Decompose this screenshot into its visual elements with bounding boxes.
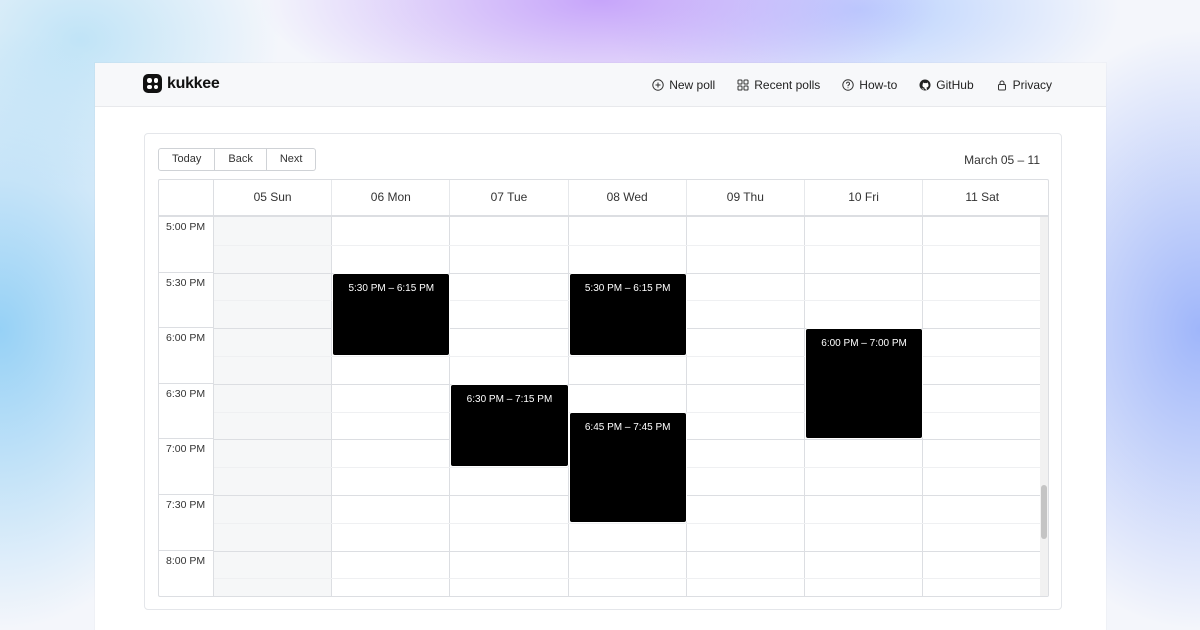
time-grid-body[interactable]: 5:00 PM 5:30 PM 6:00 PM 6:30 PM 7:00 PM 7:30 … bbox=[159, 217, 1042, 596]
grid-icon bbox=[737, 79, 749, 91]
time-label: 5:00 PM bbox=[159, 217, 214, 273]
back-button[interactable]: Back bbox=[215, 148, 267, 171]
nav-how-to[interactable]: How-to bbox=[842, 78, 897, 92]
day-header[interactable]: 11 Sat bbox=[923, 180, 1041, 215]
logo-icon bbox=[143, 74, 162, 93]
nav-github-label: GitHub bbox=[936, 78, 974, 92]
half-gridline bbox=[214, 522, 1042, 524]
lock-icon bbox=[997, 80, 1006, 91]
time-gutter-header bbox=[159, 180, 214, 215]
day-column[interactable] bbox=[214, 217, 333, 596]
time-slot-event[interactable]: 6:45 PM – 7:45 PM bbox=[568, 411, 687, 523]
nav-privacy[interactable]: Privacy bbox=[996, 78, 1052, 92]
day-header[interactable]: 06 Mon bbox=[332, 180, 451, 215]
calendar: Today Back Next March 05 – 11 05 Sun 06 … bbox=[144, 133, 1062, 610]
brand-logo[interactable]: kukkee bbox=[143, 74, 220, 93]
github-icon bbox=[919, 79, 931, 91]
scrollbar-thumb[interactable] bbox=[1041, 485, 1047, 539]
next-button[interactable]: Next bbox=[266, 148, 317, 171]
time-label: 7:30 PM bbox=[159, 495, 214, 551]
time-label: 7:00 PM bbox=[159, 439, 214, 495]
nav-github[interactable]: GitHub bbox=[919, 78, 974, 92]
time-slot-event[interactable]: 5:30 PM – 6:15 PM bbox=[568, 272, 687, 356]
brand-name: kukkee bbox=[167, 74, 220, 92]
nav-links: New poll Recent polls How-to GitHub Priv… bbox=[652, 63, 1052, 107]
calendar-toolbar: Today Back Next bbox=[158, 148, 317, 171]
day-column[interactable] bbox=[687, 217, 805, 596]
day-column[interactable] bbox=[923, 217, 1042, 596]
nav-recent-polls-label: Recent polls bbox=[754, 78, 821, 92]
today-button[interactable]: Today bbox=[158, 148, 216, 171]
half-gridline bbox=[214, 244, 1042, 246]
nav-recent-polls[interactable]: Recent polls bbox=[737, 78, 820, 92]
hour-gridline bbox=[214, 550, 1042, 552]
time-slot-event[interactable]: 6:30 PM – 7:15 PM bbox=[450, 383, 569, 468]
day-header[interactable]: 07 Tue bbox=[450, 180, 569, 215]
nav-new-poll[interactable]: New poll bbox=[652, 78, 715, 92]
question-circle-icon bbox=[842, 79, 854, 91]
time-label: 5:30 PM bbox=[159, 273, 214, 329]
nav-new-poll-label: New poll bbox=[669, 78, 716, 92]
date-range-label: March 05 – 11 bbox=[964, 153, 1040, 167]
time-slot-event[interactable]: 5:30 PM – 6:15 PM bbox=[332, 272, 451, 356]
day-header[interactable]: 08 Wed bbox=[569, 180, 687, 215]
nav-how-to-label: How-to bbox=[859, 78, 898, 92]
app-card: kukkee New poll Recent polls How-to GitH… bbox=[95, 63, 1106, 630]
time-gutter: 5:00 PM 5:30 PM 6:00 PM 6:30 PM 7:00 PM 7:30 … bbox=[159, 217, 214, 596]
day-header[interactable]: 10 Fri bbox=[805, 180, 924, 215]
time-label: 6:30 PM bbox=[159, 384, 214, 440]
nav-privacy-label: Privacy bbox=[1012, 78, 1052, 92]
time-slot-event[interactable]: 6:00 PM – 7:00 PM bbox=[805, 328, 924, 440]
plus-circle-icon bbox=[652, 79, 664, 91]
time-label: 6:00 PM bbox=[159, 328, 214, 384]
week-grid: 05 Sun 06 Mon 07 Tue 08 Wed 09 Thu 10 Fr… bbox=[158, 179, 1049, 597]
day-header-row: 05 Sun 06 Mon 07 Tue 08 Wed 09 Thu 10 Fr… bbox=[159, 180, 1048, 217]
half-gridline bbox=[214, 578, 1042, 580]
navbar: kukkee New poll Recent polls How-to GitH… bbox=[95, 63, 1106, 107]
vertical-scrollbar[interactable] bbox=[1040, 217, 1048, 596]
day-header[interactable]: 05 Sun bbox=[214, 180, 333, 215]
time-label: 8:00 PM bbox=[159, 551, 214, 596]
day-header[interactable]: 09 Thu bbox=[687, 180, 805, 215]
